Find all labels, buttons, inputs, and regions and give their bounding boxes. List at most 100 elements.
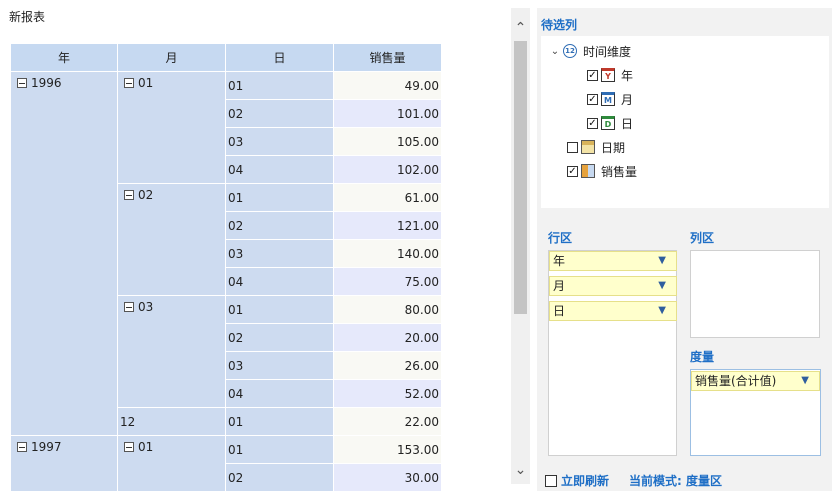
day-cell: 04 [225, 155, 334, 184]
sales-cell: 80.00 [333, 295, 442, 324]
date-checkbox[interactable] [567, 141, 578, 153]
column-zone[interactable] [690, 250, 820, 338]
tree-node-label: 日期 [601, 140, 626, 155]
tree-node-label: 日 [621, 116, 634, 131]
candidate-columns-tree: ⌄ 12 时间维度 ✓ Y 年 ✓ M 月 ✓ D 日 日期 ✓ 销售量 [541, 36, 829, 208]
sales-cell: 61.00 [333, 183, 442, 212]
calendar-month-icon: M [601, 92, 615, 106]
month-label: 12 [120, 414, 136, 429]
month-cell: 12 [117, 407, 226, 436]
candidate-columns-title: 待选列 [541, 18, 578, 32]
year-cell-1997: 1997 [10, 435, 118, 491]
column-zone-title: 列区 [690, 231, 715, 245]
day-cell: 01 [225, 407, 334, 436]
field-chip-label: 月 [553, 279, 566, 293]
sales-cell: 105.00 [333, 127, 442, 156]
month-label: 01 [138, 440, 154, 454]
day-cell: 01 [225, 435, 334, 464]
sales-cell: 22.00 [333, 407, 442, 436]
tree-node-date[interactable]: 日期 [567, 138, 625, 156]
tree-node-year[interactable]: ✓ Y 年 [587, 66, 633, 84]
day-cell: 01 [225, 183, 334, 212]
sales-cell: 49.00 [333, 71, 442, 100]
sales-cell: 140.00 [333, 239, 442, 268]
sales-checkbox[interactable]: ✓ [567, 165, 578, 177]
refresh-label[interactable]: 立即刷新 [561, 472, 609, 489]
tree-node-label: 月 [621, 92, 634, 107]
vertical-scrollbar[interactable]: ⌃ ⌄ [511, 8, 530, 484]
sales-cell: 153.00 [333, 435, 442, 464]
collapse-toggle-icon[interactable] [17, 78, 27, 88]
year-label: 1996 [31, 76, 62, 90]
day-checkbox[interactable]: ✓ [587, 117, 598, 129]
tree-node-month[interactable]: ✓ M 月 [587, 90, 633, 108]
row-field-year[interactable]: 年 ▼ [549, 251, 677, 271]
panel-footer: 立即刷新 当前模式: 度量区 [545, 472, 722, 489]
day-cell: 03 [225, 351, 334, 380]
column-header-day[interactable]: 日 [225, 43, 334, 72]
dropdown-arrow-icon[interactable]: ▼ [801, 372, 809, 390]
refresh-checkbox[interactable] [545, 474, 557, 487]
measure-zone-title: 度量 [690, 350, 715, 364]
field-chip-label: 日 [553, 304, 566, 318]
sales-cell: 102.00 [333, 155, 442, 184]
year-label: 1997 [31, 440, 62, 454]
tree-node-time-dimension[interactable]: ⌄ 12 时间维度 [549, 42, 631, 60]
sales-cell: 101.00 [333, 99, 442, 128]
calendar-year-icon: Y [601, 68, 615, 82]
day-cell: 01 [225, 71, 334, 100]
scrollbar-thumb[interactable] [514, 41, 527, 314]
column-header-month[interactable]: 月 [117, 43, 226, 72]
month-cell: 03 [117, 295, 226, 408]
field-chip-label: 销售量(合计值) [695, 374, 777, 388]
scroll-up-icon[interactable]: ⌃ [511, 20, 530, 36]
day-cell: 03 [225, 127, 334, 156]
chevron-down-icon[interactable]: ⌄ [549, 46, 561, 57]
clock-icon: 12 [563, 44, 577, 58]
year-cell-1996: 1996 [10, 71, 118, 436]
row-field-day[interactable]: 日 ▼ [549, 301, 677, 321]
measure-zone[interactable]: 销售量(合计值) ▼ [690, 369, 821, 456]
sales-cell: 121.00 [333, 211, 442, 240]
tree-node-label: 销售量 [601, 164, 638, 179]
dropdown-arrow-icon[interactable]: ▼ [658, 252, 666, 270]
report-title: 新报表 [9, 10, 46, 24]
month-cell: 01 [117, 71, 226, 184]
row-zone[interactable]: 年 ▼ 月 ▼ 日 ▼ [548, 250, 677, 456]
table-row: 1996 01 01 49.00 [10, 71, 442, 436]
month-cell: 01 [117, 435, 226, 491]
collapse-toggle-icon[interactable] [124, 78, 134, 88]
collapse-toggle-icon[interactable] [124, 190, 134, 200]
sales-cell: 30.00 [333, 463, 442, 491]
day-cell: 02 [225, 99, 334, 128]
day-cell: 02 [225, 211, 334, 240]
row-field-month[interactable]: 月 ▼ [549, 276, 677, 296]
table-row: 1997 01 01 153.00 [10, 435, 442, 491]
collapse-toggle-icon[interactable] [124, 442, 134, 452]
day-cell: 02 [225, 463, 334, 491]
scroll-down-icon[interactable]: ⌄ [511, 462, 530, 478]
collapse-toggle-icon[interactable] [17, 442, 27, 452]
day-cell: 03 [225, 239, 334, 268]
month-checkbox[interactable]: ✓ [587, 93, 598, 105]
month-label: 03 [138, 300, 154, 314]
field-chip-label: 年 [553, 254, 566, 268]
sales-cell: 20.00 [333, 323, 442, 352]
field-config-panel: 待选列 ⌄ 12 时间维度 ✓ Y 年 ✓ M 月 ✓ D 日 日期 ✓ 销售量… [537, 8, 832, 491]
day-cell: 02 [225, 323, 334, 352]
measure-icon [581, 164, 595, 178]
month-label: 01 [138, 76, 154, 90]
tree-node-label: 时间维度 [583, 44, 632, 59]
day-cell: 04 [225, 267, 334, 296]
tree-node-day[interactable]: ✓ D 日 [587, 114, 633, 132]
dropdown-arrow-icon[interactable]: ▼ [658, 302, 666, 320]
collapse-toggle-icon[interactable] [124, 302, 134, 312]
column-header-year[interactable]: 年 [10, 43, 118, 72]
report-table: 年 月 日 销售量 1996 01 01 49.00 02 101.00 03 … [10, 43, 442, 491]
column-header-sales[interactable]: 销售量 [333, 43, 442, 72]
calendar-day-icon: D [601, 116, 615, 130]
tree-node-sales[interactable]: ✓ 销售量 [567, 162, 637, 180]
measure-field-sales[interactable]: 销售量(合计值) ▼ [691, 371, 820, 391]
year-checkbox[interactable]: ✓ [587, 69, 598, 81]
dropdown-arrow-icon[interactable]: ▼ [658, 277, 666, 295]
